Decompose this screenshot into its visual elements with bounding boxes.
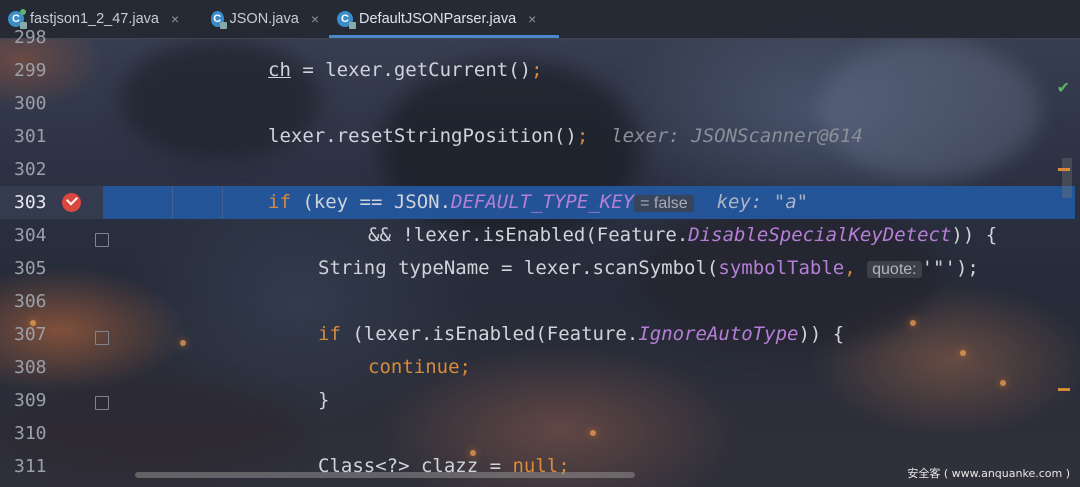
code-token: String typeName = lexer.scanSymbol( [318,257,719,279]
line-number: 298 [14,27,47,48]
line-number: 299 [14,60,47,81]
line-number: 307 [14,324,47,345]
code-token: (key == JSON. [290,191,452,213]
line-number: 301 [14,126,47,147]
class-file-icon: C [337,11,356,29]
code-token: ; [531,59,543,81]
error-stripe-marker[interactable] [1058,388,1070,391]
code-line-current: if (key == JSON.DEFAULT_TYPE_KEY = false … [268,186,808,220]
breakpoint-icon[interactable] [62,193,81,212]
close-icon[interactable]: × [311,11,319,27]
code-token: lexer.resetStringPosition() [268,125,577,147]
code-token: DEFAULT_TYPE_KEY [451,191,635,213]
line-number: 300 [14,93,47,114]
horizontal-scrollbar[interactable] [135,472,635,478]
fold-icon[interactable] [95,233,109,247]
tab-label: DefaultJSONParser.java [359,11,517,27]
watermark: 安全客 ( www.anquanke.com ) [907,467,1070,480]
code-token: ); [955,257,979,279]
code-token: '"' [921,257,956,279]
line-number: 311 [14,456,47,477]
debug-inline-value: lexer: JSONScanner@614 [611,125,863,147]
code-token: && !lexer.isEnabled(Feature. [368,224,689,246]
line-number: 304 [14,225,47,246]
close-icon[interactable]: × [528,11,536,27]
tab-defaultjsonparser[interactable]: C DefaultJSONParser.java × [329,0,559,38]
indent-guide [222,186,223,219]
line-number: 309 [14,390,47,411]
code-editor[interactable]: 298 299 300 301 302 303 304 305 306 307 … [0,27,1080,487]
code-line: && !lexer.isEnabled(Feature.DisableSpeci… [368,219,997,252]
code-token: (lexer.isEnabled(Feature. [340,323,639,345]
code-token: )) { [798,323,845,345]
code-token: if [268,191,291,213]
code-line: continue; [368,351,471,384]
fold-icon[interactable] [95,331,109,345]
inspection-ok-icon[interactable]: ✔ [1057,78,1070,97]
code-token: )) { [951,224,998,246]
evaluation-inlay: = false [634,195,694,212]
code-line: lexer.resetStringPosition(); lexer: JSON… [268,120,863,153]
debug-inline-value: key: "a" [716,191,809,213]
fold-icon[interactable] [95,396,109,410]
code-token: if [318,323,341,345]
line-number: 302 [14,159,47,180]
code-token: DisableSpecialKeyDetect [688,224,952,246]
code-token: = lexer.getCurrent() [290,59,532,81]
vertical-scrollbar[interactable] [1062,158,1072,198]
editor-tab-bar: C fastjson1_2_47.java × C JSON.java × C … [0,0,1080,39]
code-token: IgnoreAutoType [638,323,799,345]
code-token: ; [459,356,471,378]
line-number: 306 [14,291,47,312]
code-token: , [844,257,856,279]
code-token: ; [576,125,589,147]
line-number: 305 [14,258,47,279]
line-number: 303 [14,192,47,213]
code-line: Class<?> clazz = null; [318,450,570,483]
code-token: symbolTable [718,257,845,279]
parameter-hint: quote: [867,261,922,278]
line-number: 310 [14,423,47,444]
tab-label: JSON.java [229,11,299,27]
code-line: if (lexer.isEnabled(Feature.IgnoreAutoTy… [318,318,844,351]
error-stripe-marker[interactable] [1058,168,1070,171]
line-number: 308 [14,357,47,378]
code-token: continue [368,356,460,378]
code-line: } [318,384,329,417]
code-line: ch = lexer.getCurrent(); [268,54,543,87]
tab-json[interactable]: C JSON.java × [203,0,329,38]
close-icon[interactable]: × [171,11,179,27]
indent-guide [172,186,173,219]
code-token: } [318,389,330,411]
code-line: String typeName = lexer.scanSymbol(symbo… [318,252,979,286]
class-file-icon: C [211,11,226,29]
code-token: ch [268,59,291,81]
